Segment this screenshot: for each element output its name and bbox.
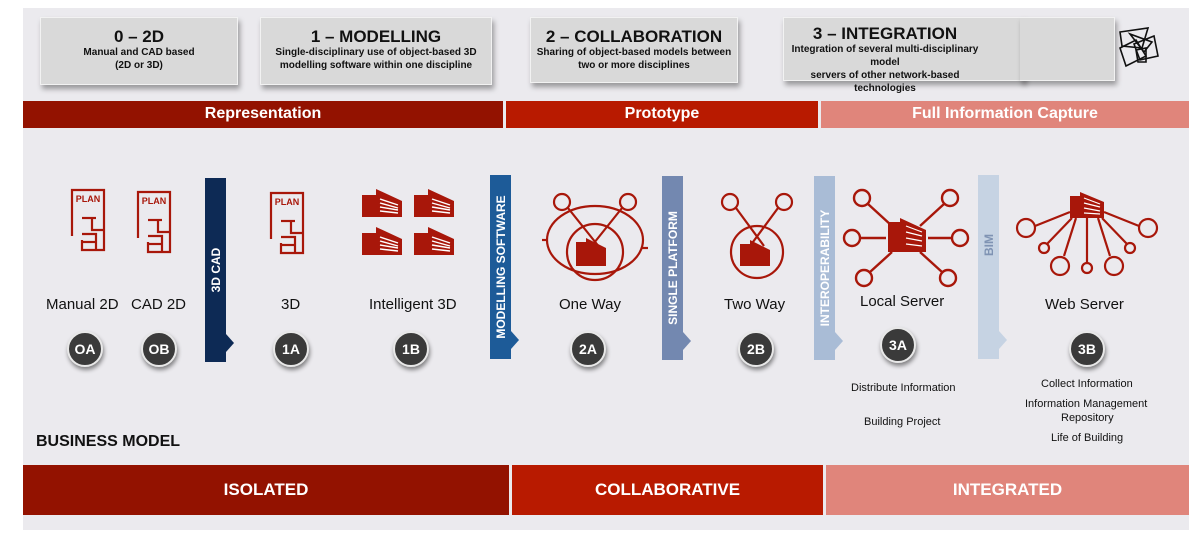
stage-desc-line2: two or more disciplines <box>578 60 690 71</box>
stage-box-2d: 0 – 2D Manual and CAD based (2D or 3D) <box>40 17 238 85</box>
stage-desc-line2: servers of other network-based technolog… <box>810 70 960 94</box>
step-badge-2a: 2A <box>570 331 606 367</box>
band-representation: Representation <box>23 101 503 128</box>
band-integrated: INTEGRATED <box>826 465 1189 515</box>
transition-label: BIM <box>981 233 996 256</box>
arrow-right-icon <box>511 331 519 349</box>
transition-bar-3d-cad: 3D CAD <box>205 178 234 362</box>
plan-icon: PLAN <box>269 191 305 255</box>
one-way-collaboration-icon <box>542 192 648 282</box>
svg-text:PLAN: PLAN <box>142 196 167 206</box>
arrow-right-icon <box>835 332 843 350</box>
stage-desc-line1: Manual and CAD based <box>83 47 195 58</box>
stage-desc-line2: (2D or 3D) <box>115 60 163 71</box>
step-badge-0b: OB <box>141 331 177 367</box>
plan-icon: PLAN <box>70 188 106 252</box>
stage-desc-line1: Integration of several multi-disciplinar… <box>791 44 979 68</box>
step-label-intelligent-3d: Intelligent 3D <box>369 296 457 313</box>
step-label-two-way: Two Way <box>724 296 786 313</box>
step-badge-3a: 3A <box>880 327 916 363</box>
arrow-right-icon <box>999 331 1007 349</box>
transition-label: 3D CAD <box>208 247 223 293</box>
band-isolated: ISOLATED <box>23 465 509 515</box>
step-label-cad-2d: CAD 2D <box>131 296 187 313</box>
stage-desc-line1: Single-disciplinary use of object-based … <box>275 47 477 58</box>
plan-icon: PLAN <box>136 190 172 254</box>
arrow-right-icon <box>226 334 234 352</box>
stage-box-collaboration: 2 – COLLABORATION Sharing of object-base… <box>530 17 738 83</box>
step-badge-0a: OA <box>67 331 103 367</box>
stage-title: 1 – MODELLING <box>310 27 442 46</box>
stage-desc-line2: modelling software within one discipline <box>279 60 473 71</box>
transition-label: SINGLE PLATFORM <box>665 211 680 325</box>
local-server-network-icon <box>842 188 970 288</box>
stage-title: 3 – INTEGRATION <box>812 24 958 43</box>
web-server-note: Life of Building <box>1051 432 1124 444</box>
svg-text:PLAN: PLAN <box>275 197 300 207</box>
step-label-3d: 3D <box>281 296 301 313</box>
band-full-information-capture: Full Information Capture <box>821 101 1189 128</box>
stage-title: 2 – COLLABORATION <box>545 27 723 46</box>
business-model-heading: BUSINESS MODEL <box>36 433 181 450</box>
web-server-network-icon <box>1015 192 1159 277</box>
svg-text:PLAN: PLAN <box>76 194 101 204</box>
step-badge-1a: 1A <box>273 331 309 367</box>
arrow-right-icon <box>683 332 691 350</box>
step-label-local-server: Local Server <box>860 293 945 310</box>
stage-box-integration: 3 – INTEGRATION Integration of several m… <box>783 17 1025 94</box>
transition-label: INTEROPERABILITY <box>817 209 832 327</box>
local-server-note: Distribute Information <box>851 382 956 394</box>
transition-bar-interoperability: INTEROPERABILITY <box>814 176 843 360</box>
web-server-note: Collect Information <box>1041 378 1133 390</box>
step-badge-2b: 2B <box>738 331 774 367</box>
building-blocks-icon <box>361 188 455 256</box>
stage-box-modelling: 1 – MODELLING Single-disciplinary use of… <box>260 17 492 85</box>
step-label-web-server: Web Server <box>1045 296 1124 313</box>
band-collaborative: COLLABORATIVE <box>512 465 823 515</box>
web-server-note: Repository <box>1061 412 1114 424</box>
stage-desc-line1: Sharing of object-based models between <box>536 47 732 58</box>
step-badge-1b: 1B <box>393 331 429 367</box>
step-label-one-way: One Way <box>559 296 621 313</box>
local-server-note: Building Project <box>864 416 941 428</box>
transition-label: MODELLING SOFTWARE <box>493 195 508 339</box>
transition-bar-modelling-software: MODELLING SOFTWARE <box>490 175 519 359</box>
transition-bar-single-platform: SINGLE PLATFORM <box>662 176 691 360</box>
step-label-manual-2d: Manual 2D <box>46 296 119 313</box>
network-polygons-icon <box>1119 27 1159 68</box>
two-way-collaboration-icon <box>720 192 794 280</box>
band-prototype: Prototype <box>506 101 818 128</box>
step-badge-3b: 3B <box>1069 331 1105 367</box>
stage-box-integration-icon-area <box>1020 17 1115 81</box>
web-server-note: Information Management <box>1025 398 1148 410</box>
transition-bar-bim: BIM <box>978 175 1007 359</box>
stage-title: 0 – 2D <box>113 27 165 46</box>
